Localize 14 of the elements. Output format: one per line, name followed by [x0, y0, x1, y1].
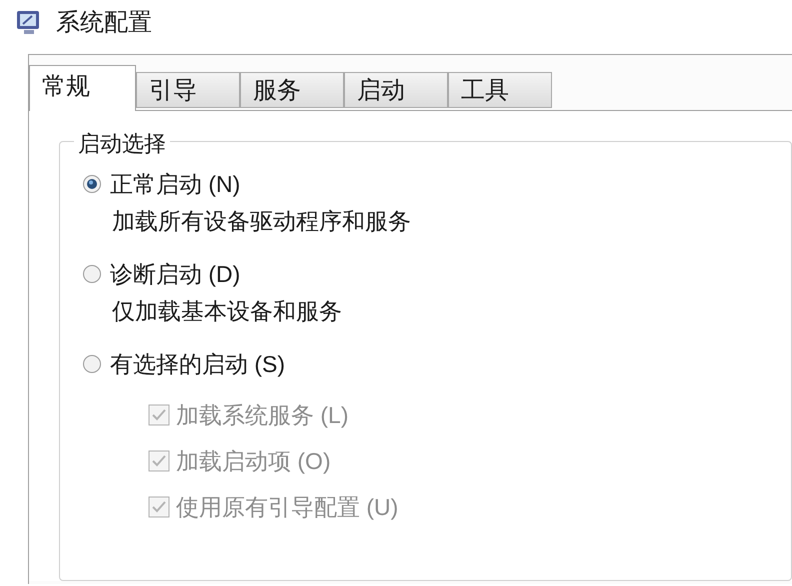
radio-label[interactable]: 诊断启动 (D)	[110, 256, 240, 292]
radio-button[interactable]	[82, 174, 102, 194]
window-title: 系统配置	[56, 8, 152, 38]
radio-button[interactable]	[82, 354, 102, 374]
option-description: 仅加载基本设备和服务	[111, 297, 342, 326]
radio-label[interactable]: 正常启动 (N)	[110, 166, 240, 202]
tab[interactable]: 启动	[344, 72, 448, 108]
option-description: 加载所有设备驱动程序和服务	[111, 207, 411, 236]
tab[interactable]: 工具	[448, 72, 552, 108]
tab[interactable]: 引导	[136, 72, 240, 108]
radio-button[interactable]	[82, 264, 102, 284]
tab[interactable]: 常规	[29, 65, 136, 111]
radio-label[interactable]: 有选择的启动 (S)	[110, 346, 286, 382]
tab[interactable]: 服务	[240, 72, 344, 108]
